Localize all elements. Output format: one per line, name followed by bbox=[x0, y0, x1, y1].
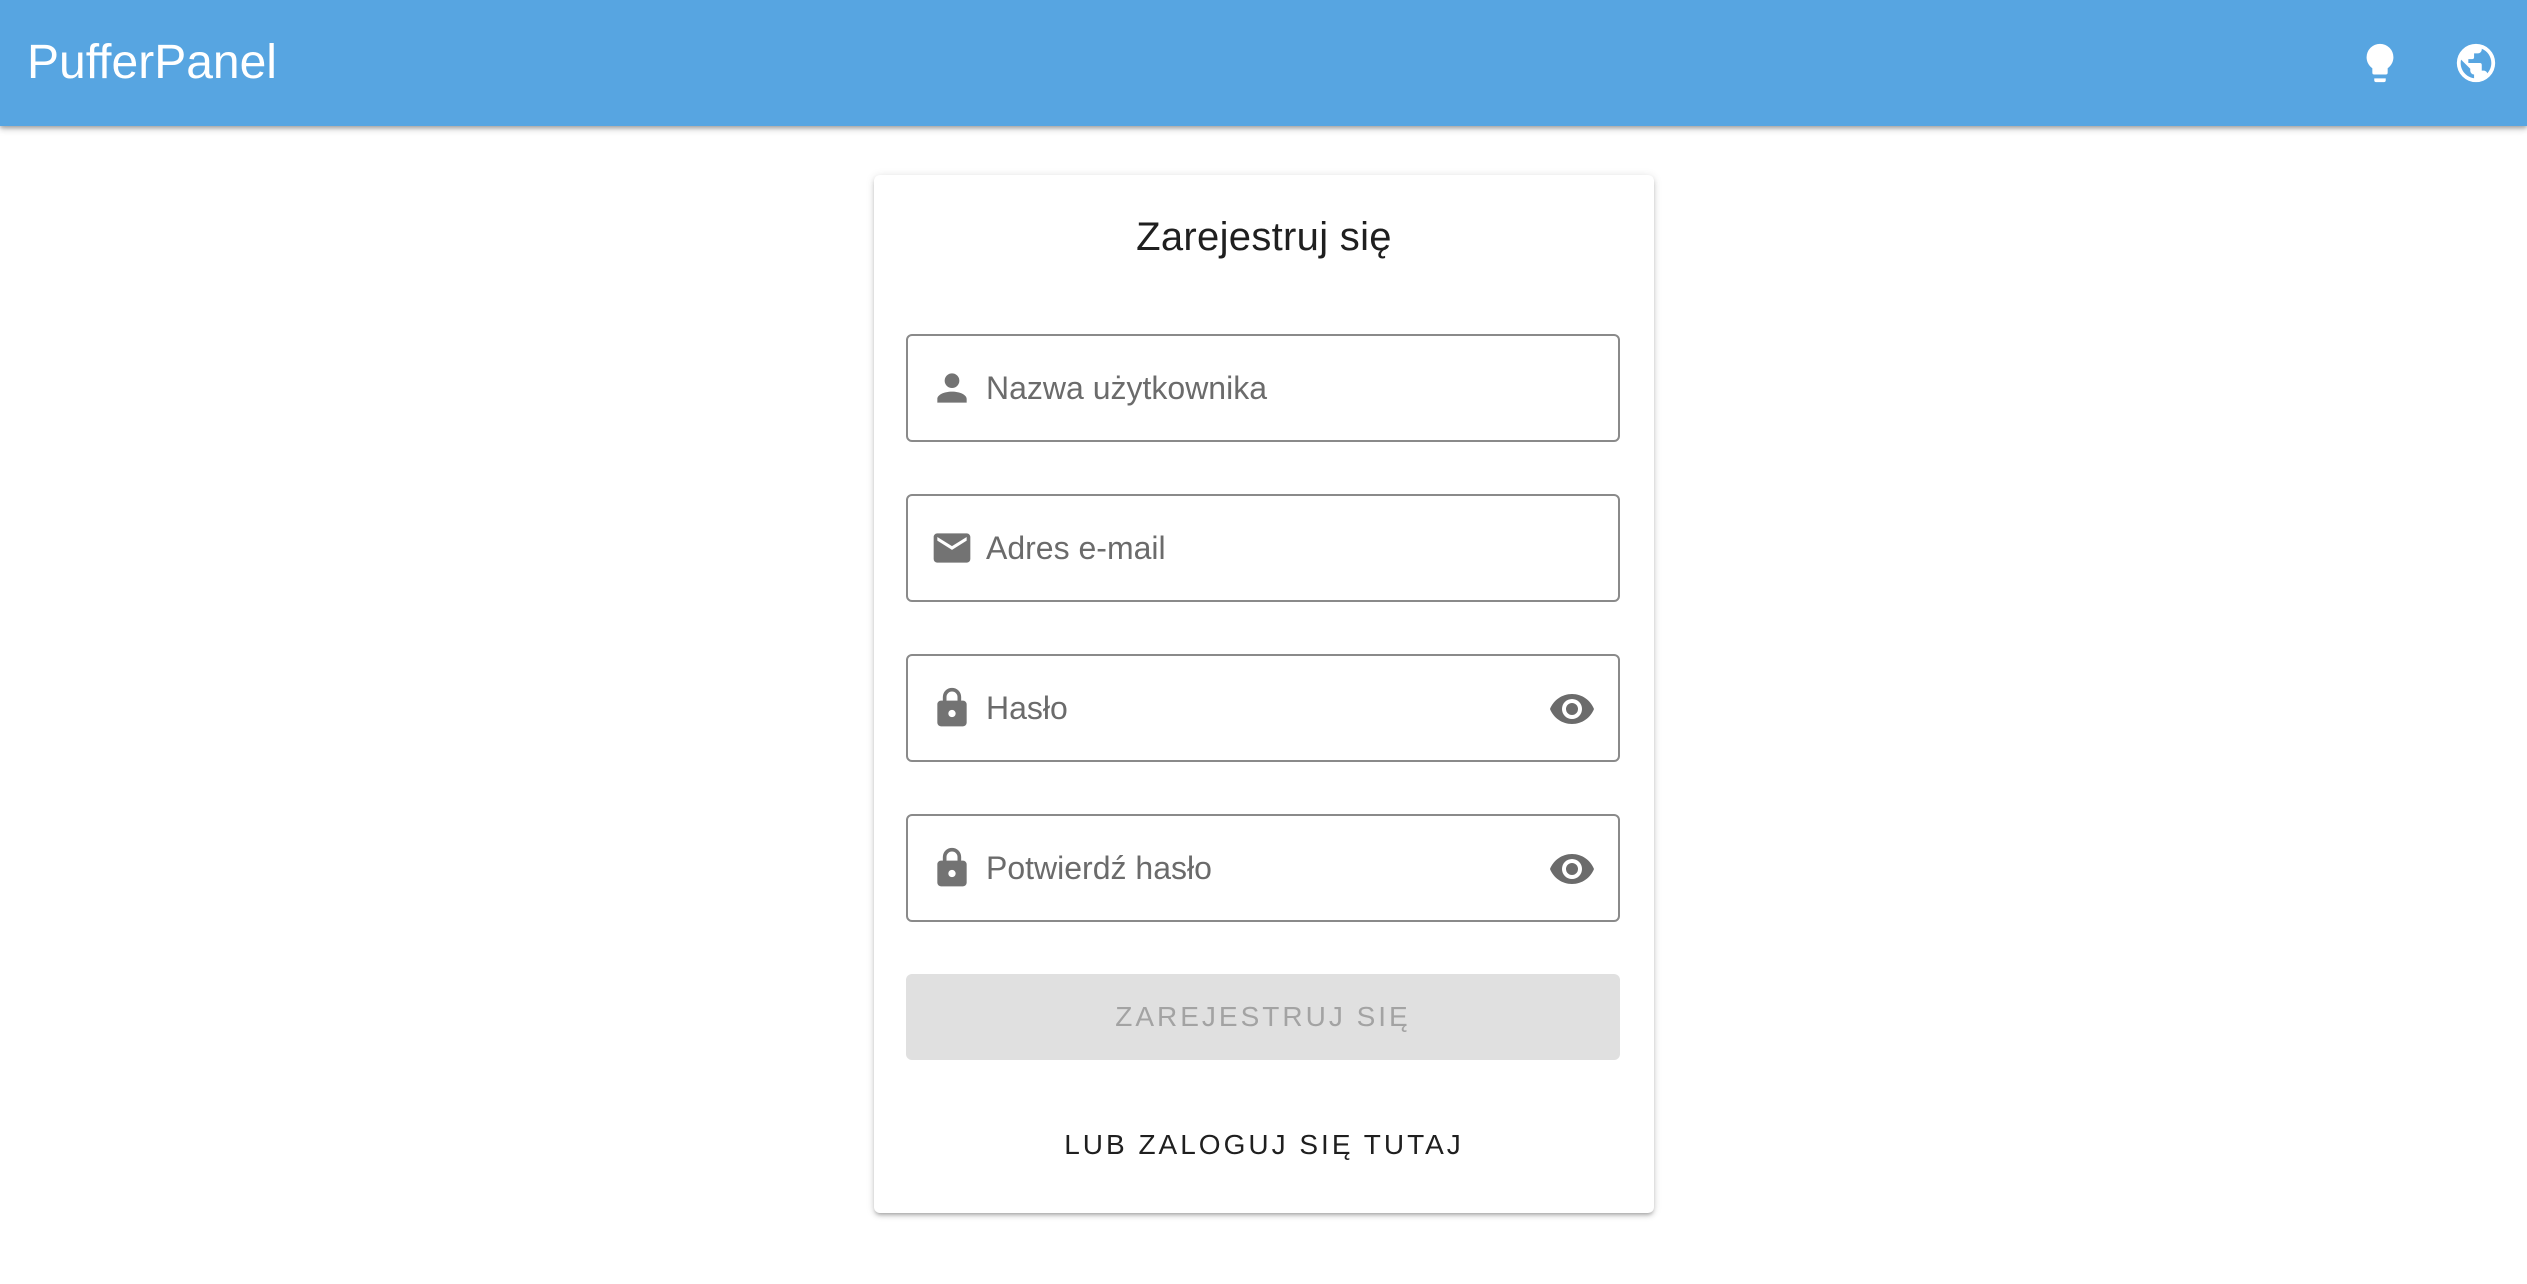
register-button[interactable]: ZAREJESTRUJ SIĘ bbox=[906, 974, 1620, 1060]
account-icon bbox=[930, 366, 974, 410]
lock-icon bbox=[930, 846, 974, 890]
app-bar: PufferPanel bbox=[0, 0, 2527, 126]
app-title[interactable]: PufferPanel bbox=[27, 33, 277, 93]
confirm-password-input[interactable] bbox=[986, 816, 1506, 920]
password-field[interactable] bbox=[906, 654, 1620, 762]
username-field[interactable] bbox=[906, 334, 1620, 442]
password-input[interactable] bbox=[986, 656, 1506, 760]
lock-icon bbox=[930, 686, 974, 730]
eye-icon[interactable] bbox=[1548, 845, 1596, 893]
eye-icon[interactable] bbox=[1548, 685, 1596, 733]
username-input[interactable] bbox=[986, 336, 1506, 440]
email-field[interactable] bbox=[906, 494, 1620, 602]
email-icon bbox=[930, 526, 974, 570]
email-input[interactable] bbox=[986, 496, 1506, 600]
register-title: Zarejestruj się bbox=[1136, 215, 1392, 259]
login-link[interactable]: LUB ZALOGUJ SIĘ TUTAJ bbox=[874, 1129, 1654, 1161]
lightbulb-icon[interactable] bbox=[2350, 33, 2410, 93]
register-card: Zarejestruj się ZAREJESTRUJ SIĘ LUB ZALO… bbox=[874, 175, 1654, 1213]
confirm-password-field[interactable] bbox=[906, 814, 1620, 922]
globe-icon[interactable] bbox=[2446, 33, 2506, 93]
